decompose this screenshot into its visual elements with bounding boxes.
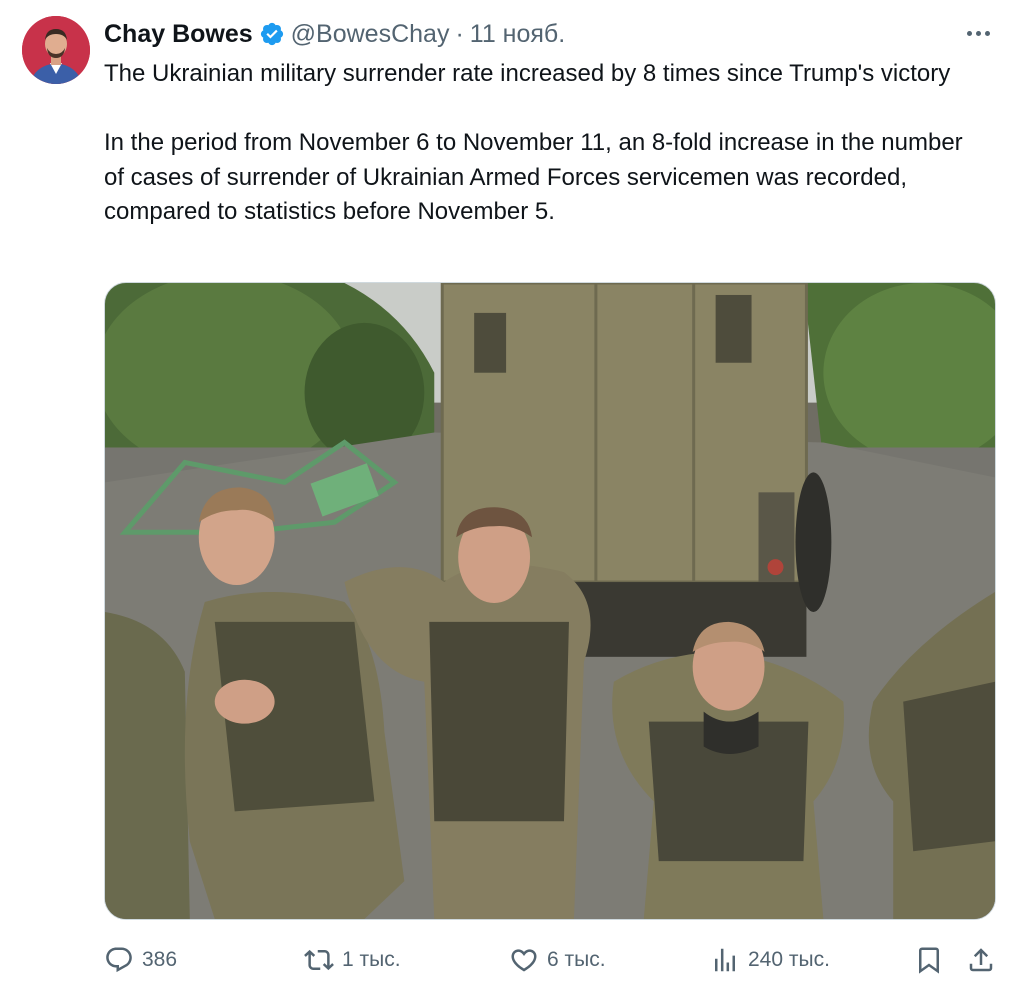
author-avatar[interactable] — [22, 16, 90, 84]
tweet-text: The Ukrainian military surrender rate in… — [104, 57, 984, 230]
verified-badge-icon — [259, 21, 285, 47]
share-button[interactable] — [966, 938, 996, 982]
tweet-timestamp[interactable]: 11 нояб. — [470, 20, 565, 49]
bookmark-icon — [919, 947, 939, 974]
reply-button[interactable]: 386 — [104, 938, 177, 982]
share-icon — [969, 948, 993, 972]
tweet-actions: 386 1 тыс. 6 тыс. 240 тыс. — [104, 938, 1004, 982]
reply-icon — [106, 947, 132, 973]
header-separator: · — [455, 19, 464, 48]
tweet-photo[interactable] — [104, 282, 996, 920]
author-name[interactable]: Chay Bowes — [104, 20, 253, 49]
like-button[interactable]: 6 тыс. — [509, 938, 606, 982]
tweet-text-paragraph: In the period from November 6 to Novembe… — [104, 129, 963, 225]
photo-illustration — [105, 283, 995, 919]
repost-icon — [304, 949, 334, 971]
views-chart-icon — [715, 948, 735, 972]
views-count: 240 тыс. — [748, 948, 830, 971]
tweet-header: Chay Bowes @BowesChay · 11 нояб. — [104, 18, 565, 50]
repost-button[interactable]: 1 тыс. — [304, 938, 401, 982]
more-options-icon[interactable] — [962, 20, 994, 46]
reply-count: 386 — [142, 948, 178, 971]
repost-count: 1 тыс. — [342, 948, 401, 971]
views-button[interactable]: 240 тыс. — [710, 938, 830, 982]
like-count: 6 тыс. — [547, 948, 606, 971]
author-handle[interactable]: @BowesChay — [291, 20, 450, 49]
tweet-text-paragraph: The Ukrainian military surrender rate in… — [104, 60, 951, 87]
bookmark-button[interactable] — [914, 938, 944, 982]
avatar-image — [22, 16, 90, 84]
heart-icon — [511, 949, 537, 972]
